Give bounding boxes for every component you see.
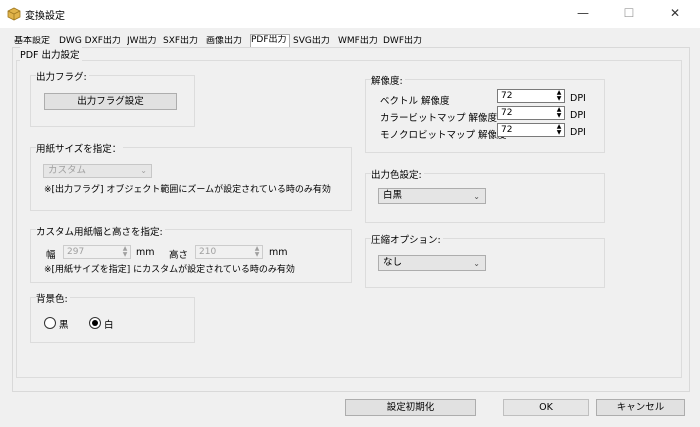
- close-button[interactable]: ✕: [652, 0, 698, 28]
- output-color-select[interactable]: 白黒 ⌄: [378, 188, 486, 204]
- color-bitmap-resolution-input[interactable]: 72 ▲ ▼: [497, 106, 565, 120]
- ok-button[interactable]: OK: [503, 399, 589, 416]
- reset-settings-button[interactable]: 設定初期化: [345, 399, 476, 416]
- vector-resolution-input[interactable]: 72 ▲ ▼: [497, 89, 565, 103]
- paper-size-note: ※[出力フラグ] オブジェクト範囲にズームが設定されている時のみ有効: [44, 185, 331, 195]
- color-bitmap-resolution-unit: DPI: [570, 110, 586, 121]
- chevron-down-icon: ⌄: [473, 259, 480, 268]
- mono-bitmap-resolution-label: モノクロビットマップ 解像度: [380, 130, 507, 141]
- height-value: 210: [199, 247, 217, 257]
- output-color-label: 出力色設定:: [371, 167, 424, 181]
- tab-pdf[interactable]: PDF出力: [250, 34, 290, 48]
- background-color-label: 背景色:: [36, 291, 70, 305]
- resolution-label: 解像度:: [371, 73, 405, 87]
- height-unit: mm: [269, 247, 288, 258]
- paper-size-value: カスタム: [48, 165, 87, 176]
- cancel-button[interactable]: キャンセル: [596, 399, 685, 416]
- mono-bitmap-resolution-unit: DPI: [570, 127, 586, 138]
- height-input[interactable]: 210 ▲ ▼: [195, 245, 263, 259]
- height-label: 高さ: [169, 250, 189, 261]
- paper-size-label: 用紙サイズを指定：: [36, 141, 124, 155]
- vector-resolution-value: 72: [501, 91, 513, 101]
- chevron-down-icon: ⌄: [473, 192, 480, 201]
- app-icon: [7, 7, 21, 21]
- vector-resolution-label: ベクトル 解像度: [380, 96, 450, 107]
- mono-bitmap-resolution-spinner[interactable]: ▲ ▼: [554, 124, 564, 137]
- color-bitmap-resolution-spinner[interactable]: ▲ ▼: [554, 107, 564, 120]
- height-spinner-arrows[interactable]: ▲ ▼: [252, 246, 262, 259]
- window-title: 変換設定: [25, 11, 65, 22]
- radio-black[interactable]: [44, 317, 56, 329]
- maximize-button[interactable]: ☐: [606, 0, 652, 28]
- color-bitmap-resolution-label: カラービットマップ 解像度: [380, 113, 498, 124]
- width-input[interactable]: 297 ▲ ▼: [63, 245, 131, 259]
- compression-select[interactable]: なし ⌄: [378, 255, 486, 271]
- output-flag-label: 出力フラグ:: [36, 69, 89, 83]
- vector-resolution-spinner[interactable]: ▲ ▼: [554, 90, 564, 103]
- pdf-settings-title: PDF 出力設定: [20, 47, 82, 61]
- width-unit: mm: [136, 247, 155, 258]
- minimize-button[interactable]: —: [560, 0, 606, 28]
- paper-size-select[interactable]: カスタム ⌄: [43, 164, 152, 178]
- radio-white[interactable]: [89, 317, 101, 329]
- chevron-down-icon: ⌄: [140, 166, 147, 175]
- width-label: 幅: [46, 250, 56, 261]
- paper-size-group: [30, 147, 352, 211]
- width-spinner-arrows[interactable]: ▲ ▼: [120, 246, 130, 259]
- mono-bitmap-resolution-value: 72: [501, 125, 513, 135]
- output-color-value: 白黒: [383, 190, 403, 201]
- custom-size-note: ※[用紙サイズを指定] にカスタムが設定されている時のみ有効: [44, 265, 295, 275]
- mono-bitmap-resolution-input[interactable]: 72 ▲ ▼: [497, 123, 565, 137]
- custom-size-label: カスタム用紙幅と高さを指定:: [36, 224, 165, 238]
- color-bitmap-resolution-value: 72: [501, 108, 513, 118]
- compression-value: なし: [383, 257, 403, 268]
- radio-white-label: 白: [104, 320, 114, 331]
- output-flag-settings-button[interactable]: 出力フラグ設定: [44, 93, 177, 110]
- width-value: 297: [67, 247, 85, 257]
- radio-selected-dot: [92, 320, 98, 326]
- compression-label: 圧縮オプション:: [371, 232, 443, 246]
- vector-resolution-unit: DPI: [570, 93, 586, 104]
- radio-black-label: 黒: [59, 320, 69, 331]
